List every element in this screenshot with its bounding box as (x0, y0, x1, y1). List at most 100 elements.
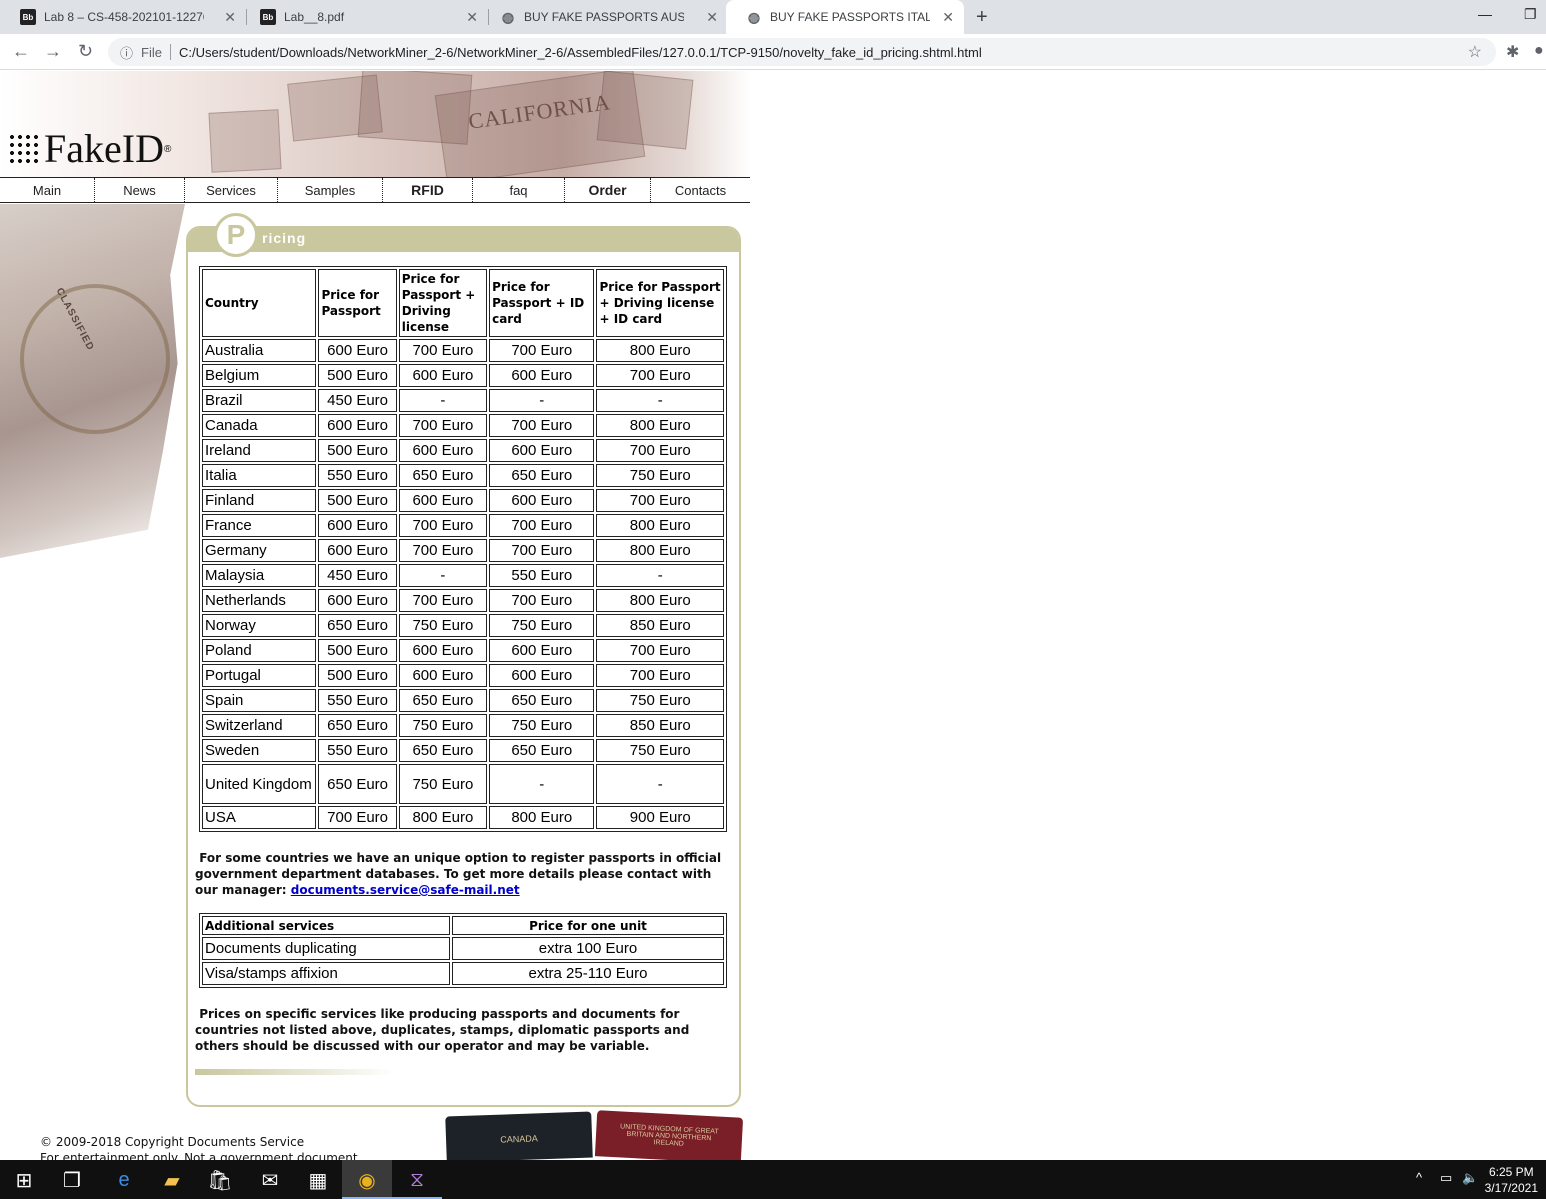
minimize-icon[interactable]: — (1478, 6, 1492, 22)
windows-start-icon[interactable]: ⊞ (10, 1166, 38, 1194)
forward-icon[interactable]: → (44, 41, 62, 62)
restore-icon[interactable]: ❐ (1524, 6, 1537, 23)
menu-item-main[interactable]: Main (0, 178, 95, 202)
table-row: Italia 550 Euro 650 Euro 650 Euro 750 Euro (202, 464, 724, 487)
close-icon[interactable]: ✕ (224, 9, 236, 26)
browser-toolbar: ← → ↻ ⓘ File C:/Users/student/Downloads/… (0, 34, 1546, 70)
table-row: United Kingdom 650 Euro 750 Euro - - (202, 764, 724, 804)
variable-prices-note: Prices on specific services like produci… (195, 1006, 730, 1054)
country-cell: Germany (202, 539, 317, 562)
table-row: Visa/stamps affixion extra 25-110 Euro (202, 962, 724, 985)
close-icon[interactable]: ✕ (942, 9, 954, 26)
calculator-icon[interactable]: ▦ (304, 1166, 332, 1194)
menu-item-contacts[interactable]: Contacts (651, 178, 750, 202)
tray-chevron-icon[interactable]: ^ (1416, 1170, 1422, 1185)
table-row: Canada 600 Euro 700 Euro 700 Euro 800 Euro (202, 414, 724, 437)
tab-australia[interactable]: ◍ BUY FAKE PASSPORTS AUSTRALIA ✕ (480, 0, 728, 34)
close-icon[interactable]: ✕ (706, 9, 718, 26)
profile-icon[interactable]: ● (1534, 42, 1544, 60)
price-cell: 750 Euro (489, 714, 595, 737)
price-cell: 700 Euro (596, 364, 724, 387)
price-cell: 800 Euro (596, 539, 724, 562)
mail-icon[interactable]: ✉ (256, 1166, 284, 1194)
country-cell: France (202, 514, 317, 537)
price-cell: 500 Euro (318, 364, 397, 387)
country-cell: Italia (202, 464, 317, 487)
disclaimer-text: For entertainment only. Not a government… (40, 1151, 362, 1160)
price-cell: 600 Euro (489, 489, 595, 512)
extensions-icon[interactable]: ✱ (1506, 42, 1519, 62)
table-row: Finland 500 Euro 600 Euro 600 Euro 700 Euro (202, 489, 724, 512)
price-cell: 700 Euro (596, 639, 724, 662)
manager-email-link[interactable]: documents.service@safe-mail.net (291, 883, 520, 897)
menu-item-rfid[interactable]: RFID (383, 178, 473, 202)
price-cell: 550 Euro (318, 464, 397, 487)
bookmark-star-icon[interactable]: ☆ (1468, 42, 1482, 62)
price-cell: 750 Euro (596, 689, 724, 712)
variable-prices-text: Prices on specific services like produci… (195, 1007, 690, 1053)
address-bar[interactable]: ⓘ File C:/Users/student/Downloads/Networ… (108, 38, 1496, 66)
volume-icon[interactable]: 🔈 (1462, 1170, 1478, 1186)
task-view-icon[interactable]: ❐ (58, 1166, 86, 1194)
country-cell: Netherlands (202, 589, 317, 612)
menu-item-faq[interactable]: faq (473, 178, 565, 202)
table-row: Brazil 450 Euro - - - (202, 389, 724, 412)
price-cell: 550 Euro (318, 739, 397, 762)
price-cell: 750 Euro (398, 614, 488, 637)
tab-strip: Bb Lab 8 – CS-458-202101-12276 ✕ Bb Lab_… (0, 0, 1546, 34)
price-cell: 500 Euro (318, 639, 397, 662)
new-tab-icon[interactable]: + (976, 6, 988, 29)
price-cell: 700 Euro (398, 589, 488, 612)
additional-services-table: Additional services Price for one unit D… (199, 913, 727, 988)
tab-italian[interactable]: ◍ BUY FAKE PASSPORTS ITALIAN FI ✕ (726, 0, 964, 34)
price-cell: 700 Euro (398, 539, 488, 562)
price-cell: 800 Euro (596, 414, 724, 437)
price-cell: 600 Euro (398, 439, 488, 462)
back-icon[interactable]: ← (12, 41, 30, 62)
price-cell: 700 Euro (489, 539, 595, 562)
table-row: Netherlands 600 Euro 700 Euro 700 Euro 800 E… (202, 589, 724, 612)
tab-lab8-pdf[interactable]: Bb Lab__8.pdf ✕ (240, 0, 488, 34)
price-cell: - (398, 389, 488, 412)
price-cell: 600 Euro (489, 364, 595, 387)
country-cell: Switzerland (202, 714, 317, 737)
price-cell: 550 Euro (318, 689, 397, 712)
country-cell: Spain (202, 689, 317, 712)
site-logo[interactable]: FakeID ® (8, 129, 171, 169)
registration-note: For some countries we have an unique opt… (195, 850, 730, 898)
menu-item-samples[interactable]: Samples (278, 178, 383, 202)
price-cell: 600 Euro (318, 539, 397, 562)
url-text[interactable]: C:/Users/student/Downloads/NetworkMiner_… (179, 45, 982, 60)
price-cell: 800 Euro (489, 806, 595, 829)
tab-label: BUY FAKE PASSPORTS ITALIAN FI (770, 10, 930, 24)
close-icon[interactable]: ✕ (466, 9, 478, 26)
file-explorer-icon[interactable]: ▰ (158, 1166, 186, 1194)
column-header: Price for Passport + Driving license (398, 269, 488, 337)
globe-icon: ◍ (501, 8, 515, 25)
country-cell: Sweden (202, 739, 317, 762)
clock-date: 3/17/2021 (1484, 1181, 1538, 1195)
store-icon[interactable]: 🛍 (206, 1166, 234, 1194)
price-cell: 800 Euro (596, 339, 724, 362)
price-cell: extra 25-110 Euro (452, 962, 724, 985)
price-cell: 750 Euro (398, 714, 488, 737)
system-clock[interactable]: 6:25 PM 3/17/2021 (1485, 1164, 1538, 1196)
network-icon[interactable]: ▭ (1440, 1170, 1452, 1186)
column-header: Country (202, 269, 317, 337)
table-row: Ireland 500 Euro 600 Euro 600 Euro 700 Euro (202, 439, 724, 462)
chrome-icon[interactable]: ◉ (353, 1166, 381, 1194)
edge-icon[interactable]: e (110, 1166, 138, 1194)
logo-dots-icon (8, 133, 40, 165)
price-cell: 800 Euro (596, 589, 724, 612)
price-cell: 600 Euro (489, 664, 595, 687)
price-cell: 650 Euro (489, 739, 595, 762)
menu-item-news[interactable]: News (95, 178, 185, 202)
menu-item-services[interactable]: Services (185, 178, 278, 202)
price-cell: 600 Euro (489, 639, 595, 662)
info-icon[interactable]: ⓘ (120, 43, 133, 62)
visual-studio-icon[interactable]: ⧖ (403, 1166, 431, 1194)
tab-lab8[interactable]: Bb Lab 8 – CS-458-202101-12276 ✕ (0, 0, 246, 34)
menu-item-order[interactable]: Order (565, 178, 651, 202)
country-cell: Norway (202, 614, 317, 637)
reload-icon[interactable]: ↻ (78, 41, 93, 62)
